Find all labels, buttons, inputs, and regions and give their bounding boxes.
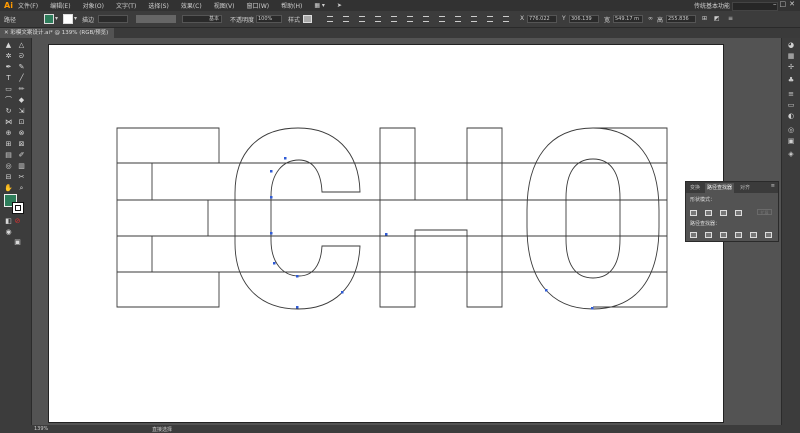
anchor-point[interactable] xyxy=(385,233,388,236)
gradient-panel-icon[interactable]: ▭ xyxy=(786,101,796,110)
right-dock: ◕ ▦ ✢ ♣ ≡ ▭ ◐ ◎ ▣ ◈ xyxy=(781,38,800,425)
shape-modes-label: 形状模式： xyxy=(690,197,716,203)
artwork-canvas[interactable] xyxy=(0,0,800,433)
guide-rect xyxy=(593,127,668,308)
panel-header: 变换 路径查找器 对齐 ≡ xyxy=(686,182,778,193)
anchor-point[interactable] xyxy=(545,289,548,292)
letter-o-counter[interactable] xyxy=(565,158,621,279)
anchor-point[interactable] xyxy=(341,291,344,294)
intersect-icon[interactable] xyxy=(720,210,727,216)
crop-icon[interactable] xyxy=(735,232,742,238)
trim-icon[interactable] xyxy=(705,232,712,238)
pathfinders-label: 路径查找器： xyxy=(690,221,721,227)
anchor-point[interactable] xyxy=(284,157,287,160)
minus-front-icon[interactable] xyxy=(705,210,712,216)
panel-menu-icon[interactable]: ≡ xyxy=(771,183,775,189)
exclude-icon[interactable] xyxy=(735,210,742,216)
graphic-styles-panel-icon[interactable]: ▣ xyxy=(786,137,796,146)
tab-transform[interactable]: 变换 xyxy=(688,183,702,193)
appearance-panel-icon[interactable]: ◎ xyxy=(786,126,796,135)
current-tool-status: 直接选择 xyxy=(152,427,173,433)
anchor-point[interactable] xyxy=(270,196,273,199)
letter-o-outline[interactable] xyxy=(526,127,660,310)
minus-back-icon[interactable] xyxy=(765,232,772,238)
anchor-point[interactable] xyxy=(591,307,594,310)
transparency-panel-icon[interactable]: ◐ xyxy=(786,112,796,121)
swatches-panel-icon[interactable]: ▦ xyxy=(786,52,796,61)
status-bar: 139% 直接选择 xyxy=(0,425,800,433)
unite-icon[interactable] xyxy=(690,210,697,216)
letter-h-outline[interactable] xyxy=(379,127,503,308)
tab-align[interactable]: 对齐 xyxy=(738,183,752,193)
color-panel-icon[interactable]: ◕ xyxy=(786,41,796,50)
anchor-point[interactable] xyxy=(273,262,276,265)
layers-panel-icon[interactable]: ◈ xyxy=(786,150,796,159)
anchor-point[interactable] xyxy=(296,275,299,278)
letter-c-outline[interactable] xyxy=(234,127,361,310)
outline-icon[interactable] xyxy=(750,232,757,238)
anchor-points[interactable] xyxy=(270,157,594,310)
symbols-panel-icon[interactable]: ♣ xyxy=(786,76,796,85)
anchor-point[interactable] xyxy=(296,306,299,309)
tab-pathfinder[interactable]: 路径查找器 xyxy=(705,183,735,193)
letter-e-outline[interactable] xyxy=(116,127,220,308)
expand-button[interactable]: 扩展 xyxy=(757,209,772,215)
divide-icon[interactable] xyxy=(690,232,697,238)
merge-icon[interactable] xyxy=(720,232,727,238)
anchor-point[interactable] xyxy=(270,232,273,235)
zoom-level[interactable]: 139% xyxy=(34,426,48,432)
stroke-panel-icon[interactable]: ≡ xyxy=(786,90,796,99)
pathfinder-panel: 变换 路径查找器 对齐 ≡ 形状模式： 扩展 路径查找器： xyxy=(685,181,779,242)
anchor-point[interactable] xyxy=(270,170,273,173)
brushes-panel-icon[interactable]: ✢ xyxy=(786,63,796,72)
